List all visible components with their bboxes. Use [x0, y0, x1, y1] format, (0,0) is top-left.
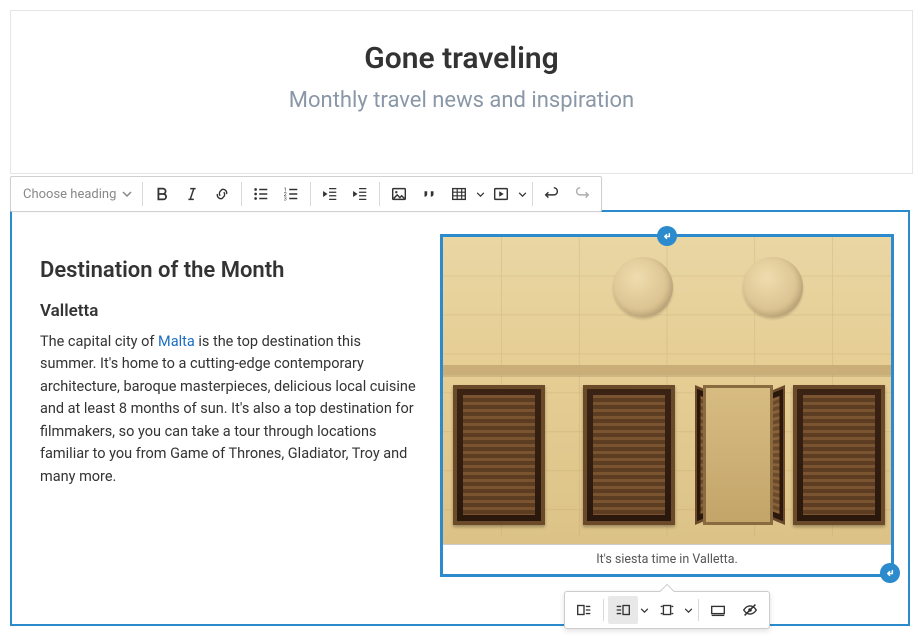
separator	[532, 182, 533, 206]
table-dropdown[interactable]	[474, 192, 486, 197]
align-right-button[interactable]	[608, 596, 638, 624]
separator	[310, 182, 311, 206]
page: Gone traveling Monthly travel news and i…	[0, 10, 923, 636]
separator	[603, 599, 604, 621]
return-icon	[885, 568, 896, 579]
content-wrapper: Destination of the Month Valletta The ca…	[40, 234, 880, 602]
blockquote-button[interactable]	[414, 179, 444, 209]
heading-dropdown[interactable]: Choose heading	[15, 187, 138, 202]
bold-button[interactable]	[147, 179, 177, 209]
image-balloon-toolbar	[564, 591, 770, 629]
image-button[interactable]	[384, 179, 414, 209]
article-body[interactable]: The capital city of Malta is the top des…	[40, 331, 420, 488]
heading-dropdown-label: Choose heading	[23, 187, 116, 202]
image-placeholder[interactable]	[443, 237, 891, 544]
body-prefix: The capital city of	[40, 333, 158, 350]
link-button[interactable]	[207, 179, 237, 209]
malta-link[interactable]: Malta	[158, 333, 195, 350]
drag-handle-top[interactable]	[657, 226, 677, 246]
separator	[698, 599, 699, 621]
text-column[interactable]: Destination of the Month Valletta The ca…	[40, 234, 420, 602]
chevron-down-icon	[122, 191, 132, 197]
page-subtitle: Monthly travel news and inspiration	[11, 88, 912, 113]
align-center-button[interactable]	[652, 596, 682, 624]
svg-text:3: 3	[284, 196, 287, 202]
align-left-button[interactable]	[569, 596, 599, 624]
indent-button[interactable]	[345, 179, 375, 209]
drag-handle-bottom[interactable]	[880, 563, 900, 583]
editor-content-area[interactable]: Destination of the Month Valletta The ca…	[10, 210, 910, 626]
full-width-button[interactable]	[703, 596, 733, 624]
redo-button[interactable]	[567, 179, 597, 209]
undo-button[interactable]	[537, 179, 567, 209]
body-suffix: is the top destination this summer. It's…	[40, 333, 416, 485]
media-button[interactable]	[486, 179, 516, 209]
table-button[interactable]	[444, 179, 474, 209]
article-heading[interactable]: Destination of the Month	[40, 258, 420, 283]
article-subheading[interactable]: Valletta	[40, 301, 420, 321]
separator	[142, 182, 143, 206]
outdent-button[interactable]	[315, 179, 345, 209]
separator	[241, 182, 242, 206]
figure-column: It's siesta time in Valletta.	[440, 234, 880, 602]
align-center-dropdown[interactable]	[682, 608, 694, 613]
image-caption[interactable]: It's siesta time in Valletta.	[443, 544, 891, 574]
media-dropdown[interactable]	[516, 192, 528, 197]
numbered-list-button[interactable]: 123	[276, 179, 306, 209]
hero-header: Gone traveling Monthly travel news and i…	[10, 10, 913, 174]
return-icon	[662, 231, 673, 242]
align-right-dropdown[interactable]	[638, 608, 650, 613]
editor-toolbar: Choose heading 123	[10, 176, 602, 212]
page-title: Gone traveling	[11, 41, 912, 76]
separator	[379, 182, 380, 206]
bulleted-list-button[interactable]	[246, 179, 276, 209]
toggle-caption-button[interactable]	[735, 596, 765, 624]
image-widget[interactable]: It's siesta time in Valletta.	[440, 234, 894, 577]
italic-button[interactable]	[177, 179, 207, 209]
